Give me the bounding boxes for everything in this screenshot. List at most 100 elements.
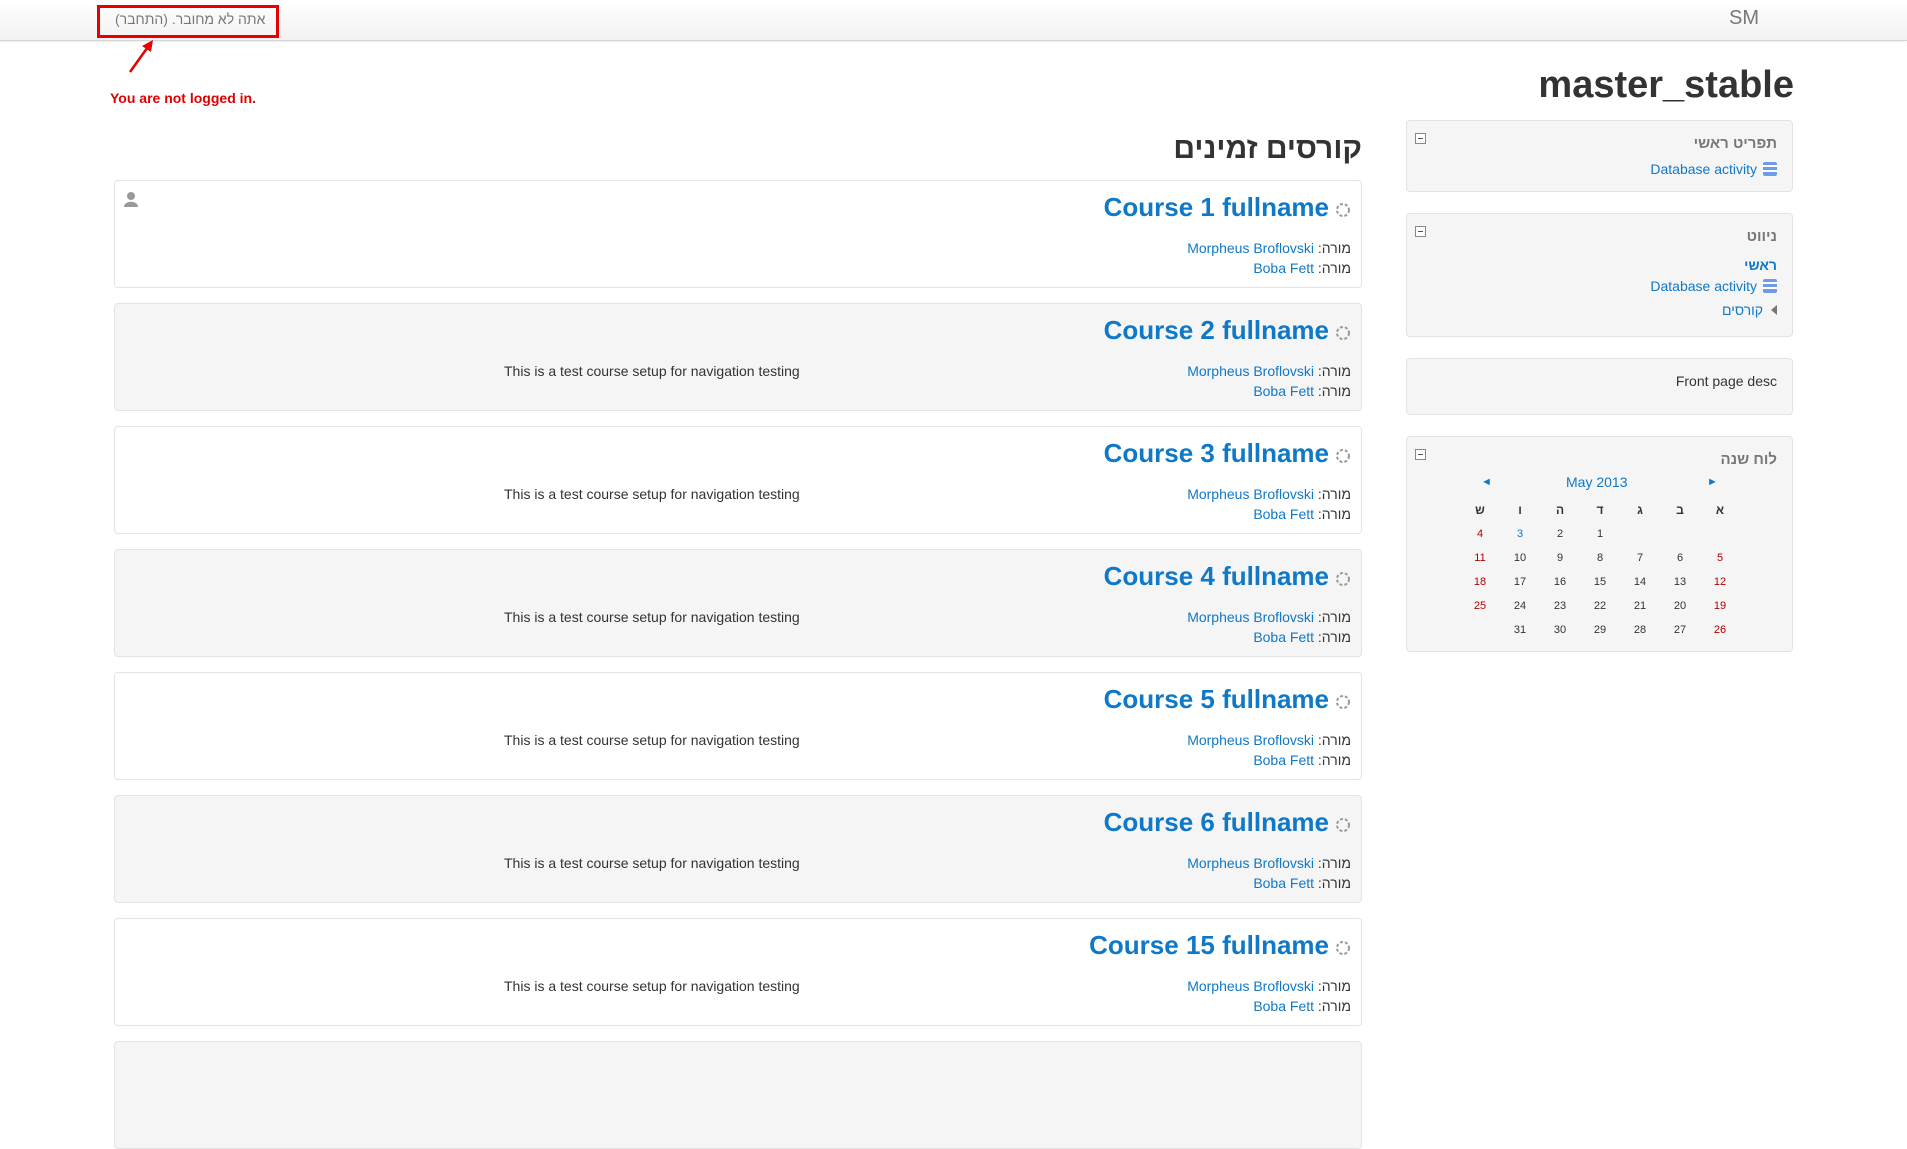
course-info-icon[interactable] [1335,940,1351,956]
calendar-weekday-row: א ב ג ד ה ו ש [1460,498,1740,522]
teacher-link[interactable]: Boba Fett [1253,998,1314,1014]
course-box-5: Course 5 fullname מורה: Morpheus Broflov… [114,672,1362,780]
calendar-day: 31 [1513,624,1527,636]
teacher-link[interactable]: Morpheus Broflovski [1187,363,1314,379]
calendar-week-row: 5 6 7 8 9 10 11 [1460,546,1740,570]
collapse-icon[interactable] [1415,449,1426,460]
database-icon [1763,279,1777,293]
calendar-day: 17 [1513,576,1527,588]
course-box-2: Course 2 fullname מורה: Morpheus Broflov… [114,303,1362,411]
calendar-day: 23 [1553,600,1567,612]
teacher-row: מורה: Morpheus Broflovski [1187,240,1351,256]
calendar-week-row: 26 27 28 29 30 31 [1460,618,1740,642]
course-summary: This is a test course setup for navigati… [504,609,800,625]
calendar-day-weekend: 19 [1713,600,1727,612]
teacher-row: מורה: Boba Fett [1253,260,1351,276]
navigation-block: ניווט ראשי Database activity קורסים [1406,213,1793,337]
calendar-day-weekend: 25 [1473,600,1487,612]
teacher-link[interactable]: Boba Fett [1253,629,1314,645]
collapse-icon[interactable] [1415,226,1426,237]
nav-database-item[interactable]: Database activity [1650,278,1777,294]
weekday-label: ו [1518,503,1522,517]
course-summary: This is a test course setup for navigati… [504,486,800,502]
calendar-week-row: 12 13 14 15 16 17 18 [1460,570,1740,594]
collapse-icon[interactable] [1415,133,1426,144]
calendar-day-weekend: 5 [1716,552,1724,564]
course-info-icon[interactable] [1335,325,1351,341]
teacher-link[interactable]: Boba Fett [1253,260,1314,276]
teacher-row: מורה: Boba Fett [1253,752,1351,768]
nav-home-link[interactable]: ראשי [1744,257,1777,273]
page-title: master_stable [1538,64,1794,106]
teacher-row: מורה: Morpheus Broflovski [1187,609,1351,625]
block-title: ניווט [1746,228,1777,245]
calendar-day: 24 [1513,600,1527,612]
course-link[interactable]: Course 3 fullname [1104,438,1329,469]
teacher-row: מורה: Boba Fett [1253,506,1351,522]
calendar-month-link[interactable]: May 2013 [1566,474,1627,490]
course-box-6: Course 6 fullname מורה: Morpheus Broflov… [114,795,1362,903]
teacher-link[interactable]: Morpheus Broflovski [1187,609,1314,625]
teacher-row: מורה: Boba Fett [1253,383,1351,399]
calendar-day: 8 [1596,552,1604,564]
front-page-desc: Front page desc [1675,373,1777,389]
teacher-link[interactable]: Boba Fett [1253,383,1314,399]
course-link[interactable]: Course 6 fullname [1104,807,1329,838]
teacher-link[interactable]: Boba Fett [1253,875,1314,891]
course-info-icon[interactable] [1335,202,1351,218]
calendar-day-weekend: 4 [1476,528,1484,540]
course-box-1: Course 1 fullname מורה: Morpheus Broflov… [114,180,1362,288]
weekday-label: ג [1637,503,1643,517]
teacher-row: מורה: Boba Fett [1253,629,1351,645]
front-page-desc-block: Front page desc [1406,358,1793,415]
annotation-arrow-icon [128,40,153,73]
course-info-icon[interactable] [1335,694,1351,710]
course-info-icon[interactable] [1335,448,1351,464]
nav-courses-item[interactable]: קורסים [1722,302,1777,318]
teacher-link[interactable]: Morpheus Broflovski [1187,855,1314,871]
course-info-icon[interactable] [1335,571,1351,587]
calendar-day: 29 [1593,624,1607,636]
course-summary: This is a test course setup for navigati… [504,855,800,871]
course-link[interactable]: Course 5 fullname [1104,684,1329,715]
calendar-day: 30 [1553,624,1567,636]
calendar-day: 1 [1596,528,1604,540]
teacher-link[interactable]: Boba Fett [1253,752,1314,768]
calendar-week-row: 19 20 21 22 23 24 25 [1460,594,1740,618]
course-box-4: Course 4 fullname מורה: Morpheus Broflov… [114,549,1362,657]
course-info-icon[interactable] [1335,817,1351,833]
calendar-day: 16 [1553,576,1567,588]
teacher-link[interactable]: Morpheus Broflovski [1187,978,1314,994]
course-link[interactable]: Course 15 fullname [1089,930,1329,961]
calendar-day-weekend: 12 [1713,576,1727,588]
course-link[interactable]: Course 2 fullname [1104,315,1329,346]
teacher-link[interactable]: Morpheus Broflovski [1187,732,1314,748]
calendar-day: 28 [1633,624,1647,636]
calendar-day: 21 [1633,600,1647,612]
calendar-day [1700,522,1740,546]
block-title: תפריט ראשי [1693,135,1777,152]
calendar-table: א ב ג ד ה ו ש 1 2 3 4 5 6 7 8 9 10 11 12… [1460,498,1740,642]
calendar-day: 13 [1673,576,1687,588]
main-menu-block: תפריט ראשי Database activity [1406,120,1793,192]
teacher-link[interactable]: Morpheus Broflovski [1187,240,1314,256]
calendar-week-row: 1 2 3 4 [1460,522,1740,546]
calendar-day: 22 [1593,600,1607,612]
calendar-day: 15 [1593,576,1607,588]
course-link[interactable]: Course 1 fullname [1104,192,1329,223]
annotation-text: You are not logged in. [110,90,256,106]
calendar-day [1460,618,1500,642]
calendar-day: 27 [1673,624,1687,636]
course-summary: This is a test course setup for navigati… [504,363,800,379]
main-menu-item[interactable]: Database activity [1650,161,1777,177]
calendar-next-button[interactable]: ► [1707,476,1718,488]
calendar-prev-button[interactable]: ◄ [1481,476,1492,488]
teacher-link[interactable]: Boba Fett [1253,506,1314,522]
block-title: לוח שנה [1720,451,1777,468]
course-link[interactable]: Course 4 fullname [1104,561,1329,592]
calendar-day-today[interactable]: 3 [1500,522,1540,546]
teacher-row: מורה: Morpheus Broflovski [1187,363,1351,379]
database-icon [1763,162,1777,176]
teacher-link[interactable]: Morpheus Broflovski [1187,486,1314,502]
site-brand[interactable]: SM [1729,7,1759,30]
